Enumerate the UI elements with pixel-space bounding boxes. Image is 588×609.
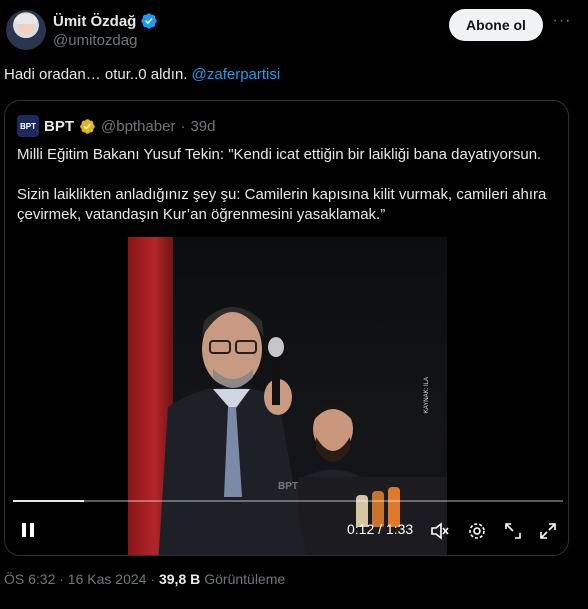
fullscreen-button[interactable] bbox=[537, 520, 559, 542]
quoted-tweet[interactable]: BPT BPT @bpthaber · 39d Milli Eğitim Bak… bbox=[4, 100, 569, 556]
tweet-meta: ÖS 6:32 · 16 Kas 2024 · 39,8 B Görüntüle… bbox=[4, 571, 285, 587]
quoted-header: BPT BPT @bpthaber · 39d bbox=[17, 115, 215, 137]
settings-icon bbox=[469, 523, 485, 539]
source-caption: KAYNAK: İLA bbox=[424, 377, 430, 414]
author-handle[interactable]: @umitozdag bbox=[53, 32, 137, 49]
quoted-name[interactable]: BPT bbox=[44, 118, 74, 135]
mention-link[interactable]: @zaferpartisi bbox=[192, 66, 281, 83]
quoted-age[interactable]: 39d bbox=[190, 118, 215, 135]
more-icon[interactable]: ··· bbox=[552, 13, 572, 34]
video-time: 0:12 / 1:33 bbox=[347, 521, 414, 537]
view-count: 39,8 B bbox=[158, 571, 201, 587]
author-avatar[interactable] bbox=[6, 10, 46, 50]
tweet-text: Hadi oradan… otur..0 aldın. @zaferpartis… bbox=[4, 66, 280, 83]
author-name[interactable]: Ümit Özdağ bbox=[53, 13, 136, 30]
tweet-body: Hadi oradan… otur..0 aldın. bbox=[4, 66, 192, 83]
pause-button[interactable] bbox=[17, 519, 39, 541]
follow-button[interactable]: Abone ol bbox=[449, 9, 543, 41]
minimize-button[interactable] bbox=[502, 520, 524, 542]
author-name-row[interactable]: Ümit Özdağ bbox=[53, 12, 158, 30]
fullscreen-icon bbox=[540, 523, 556, 539]
progress-bar[interactable] bbox=[13, 500, 563, 502]
mute-button[interactable] bbox=[429, 520, 451, 542]
quoted-avatar[interactable]: BPT bbox=[17, 115, 39, 137]
quoted-separator: · bbox=[180, 117, 186, 135]
video-frame[interactable]: BPT KAYNAK: İLA bbox=[128, 237, 447, 555]
gold-check-icon bbox=[80, 118, 95, 134]
quoted-text: Milli Eğitim Bakanı Yusuf Tekin: "Kendi … bbox=[17, 146, 547, 223]
progress-fill bbox=[13, 500, 84, 502]
timestamp[interactable]: ÖS 6:32 · 16 Kas 2024 · bbox=[4, 571, 155, 587]
video-watermark: BPT bbox=[278, 481, 298, 492]
mute-icon bbox=[431, 522, 449, 540]
speaking-man-figure bbox=[158, 307, 306, 555]
views-label: Görüntüleme bbox=[204, 571, 286, 587]
minimize-icon bbox=[505, 523, 521, 539]
pause-icon bbox=[22, 523, 34, 537]
quoted-handle[interactable]: @bpthaber bbox=[101, 118, 175, 135]
verified-badge-icon bbox=[141, 13, 158, 29]
video-player[interactable]: BPT KAYNAK: İLA 0:12 / 1:33 bbox=[5, 237, 568, 555]
settings-button[interactable] bbox=[466, 520, 488, 542]
